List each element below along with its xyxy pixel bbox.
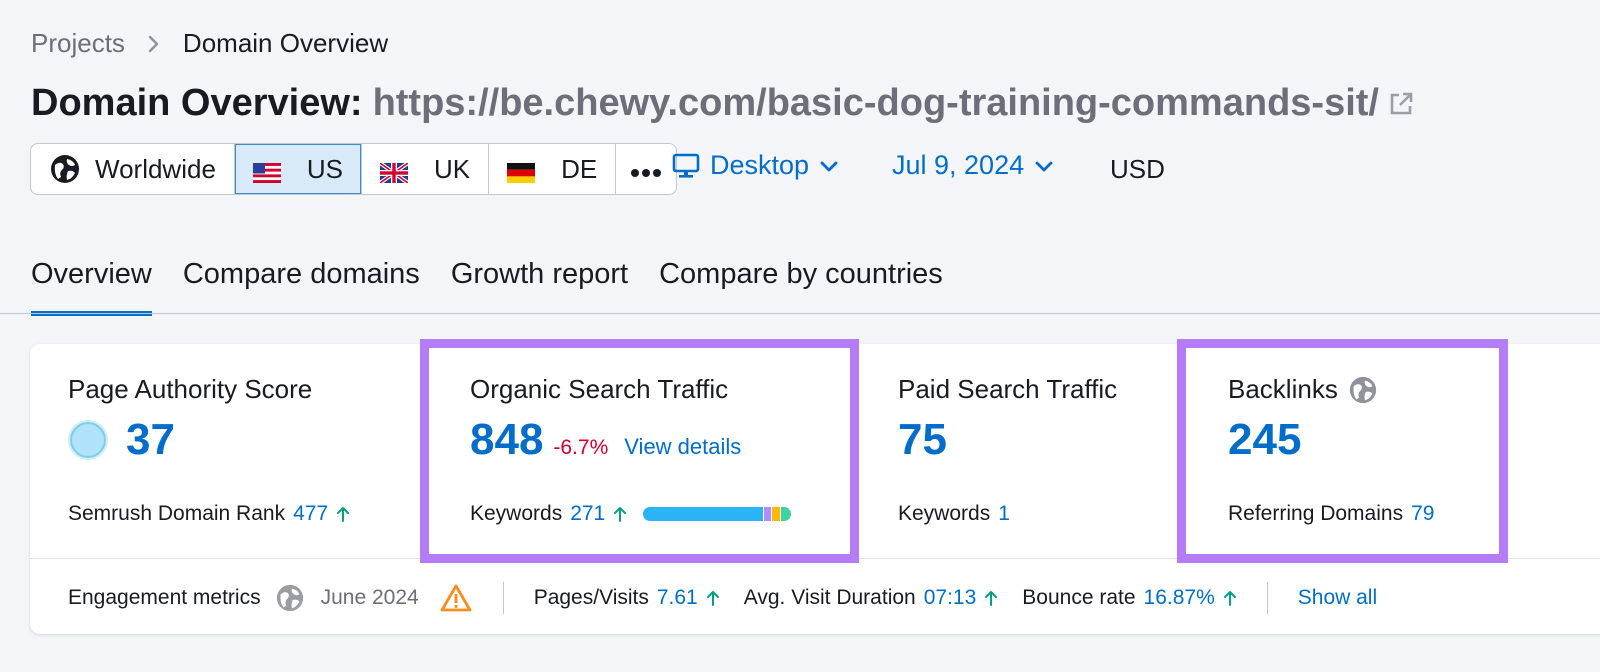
authority-score-widget: Page Authority Score 37	[68, 374, 312, 465]
chevron-right-icon	[147, 34, 161, 54]
arrow-up-icon	[336, 505, 350, 523]
db-de-button[interactable]: DE	[489, 144, 617, 194]
engagement-metrics-row: Engagement metrics June 2024 Pages/Visit…	[68, 582, 1377, 614]
uk-flag-icon	[378, 159, 410, 185]
tab-compare-by-countries[interactable]: Compare by countries	[659, 258, 943, 316]
external-link-icon[interactable]	[1387, 90, 1415, 118]
paid-traffic-widget: Paid Search Traffic 75	[898, 374, 1117, 465]
chevron-down-icon	[819, 159, 839, 173]
pages-visits-value: 7.61	[656, 586, 698, 609]
db-worldwide-button[interactable]: Worldwide	[31, 144, 235, 194]
de-flag-icon	[507, 159, 536, 183]
visit-duration-label: Avg. Visit Duration	[743, 586, 916, 609]
globe-icon	[275, 583, 305, 613]
visit-duration-value: 07:13	[923, 586, 977, 609]
device-dropdown-label: Desktop	[710, 150, 810, 180]
paid-traffic-title: Paid Search Traffic	[898, 374, 1118, 404]
page-title-label: Domain Overview:	[31, 82, 363, 124]
desktop-icon	[672, 153, 700, 179]
currency-label: USD	[1110, 154, 1165, 184]
more-icon	[630, 154, 662, 185]
globe-icon	[49, 153, 81, 185]
bounce-rate-value: 16.87%	[1143, 586, 1215, 609]
breadcrumb: Projects Domain Overview	[31, 28, 388, 59]
date-dropdown[interactable]: Jul 9, 2024	[892, 150, 1054, 181]
tab-growth-report[interactable]: Growth report	[451, 258, 628, 316]
page-title: Domain Overview: https://be.chewy.com/ba…	[31, 82, 1415, 125]
authority-score-circle-icon	[68, 420, 108, 460]
breadcrumb-current: Domain Overview	[182, 28, 389, 58]
organic-traffic-highlight	[420, 339, 859, 563]
db-us-button[interactable]: US	[234, 144, 363, 194]
database-selector: Worldwide US UK DE	[30, 143, 678, 195]
db-uk-button[interactable]: UK	[362, 144, 490, 194]
tab-compare-domains[interactable]: Compare domains	[183, 258, 420, 316]
paid-keywords-value[interactable]: 1	[998, 502, 1010, 526]
warning-icon[interactable]	[439, 583, 473, 613]
authority-score-value[interactable]: 37	[126, 415, 175, 465]
chevron-down-icon	[1034, 159, 1054, 173]
engagement-date: June 2024	[320, 586, 419, 609]
breadcrumb-projects-link[interactable]: Projects	[31, 28, 125, 59]
paid-keywords-label: Keywords	[898, 502, 991, 525]
paid-traffic-value[interactable]: 75	[898, 415, 947, 465]
engagement-label: Engagement metrics	[68, 586, 261, 609]
domain-rank-value[interactable]: 477	[293, 502, 328, 526]
domain-rank-label: Semrush Domain Rank	[68, 502, 286, 525]
engagement-separator	[1266, 582, 1268, 614]
tab-overview[interactable]: Overview	[31, 258, 152, 316]
pages-visits-label: Pages/Visits	[533, 586, 649, 609]
tab-bar: Overview Compare domains Growth report C…	[31, 258, 974, 316]
bounce-rate-label: Bounce rate	[1022, 586, 1136, 609]
db-de-label: DE	[561, 153, 598, 184]
authority-score-title: Page Authority Score	[68, 374, 313, 404]
backlinks-highlight	[1177, 339, 1508, 563]
device-dropdown[interactable]: Desktop	[672, 150, 839, 181]
arrow-up-icon	[706, 589, 720, 607]
page-title-url: https://be.chewy.com/basic-dog-training-…	[372, 82, 1379, 124]
date-dropdown-label: Jul 9, 2024	[892, 150, 1025, 180]
arrow-up-icon	[1223, 589, 1237, 607]
arrow-up-icon	[984, 589, 998, 607]
db-worldwide-label: Worldwide	[95, 153, 216, 184]
us-flag-icon	[252, 159, 281, 183]
db-us-label: US	[306, 153, 344, 184]
domain-rank: Semrush Domain Rank 477	[68, 502, 350, 526]
db-uk-label: UK	[434, 153, 471, 184]
tabs-divider	[0, 313, 1600, 314]
show-all-link[interactable]: Show all	[1298, 586, 1377, 610]
paid-keywords: Keywords 1	[898, 502, 1010, 526]
db-more-button[interactable]	[616, 144, 676, 194]
engagement-separator	[502, 582, 504, 614]
